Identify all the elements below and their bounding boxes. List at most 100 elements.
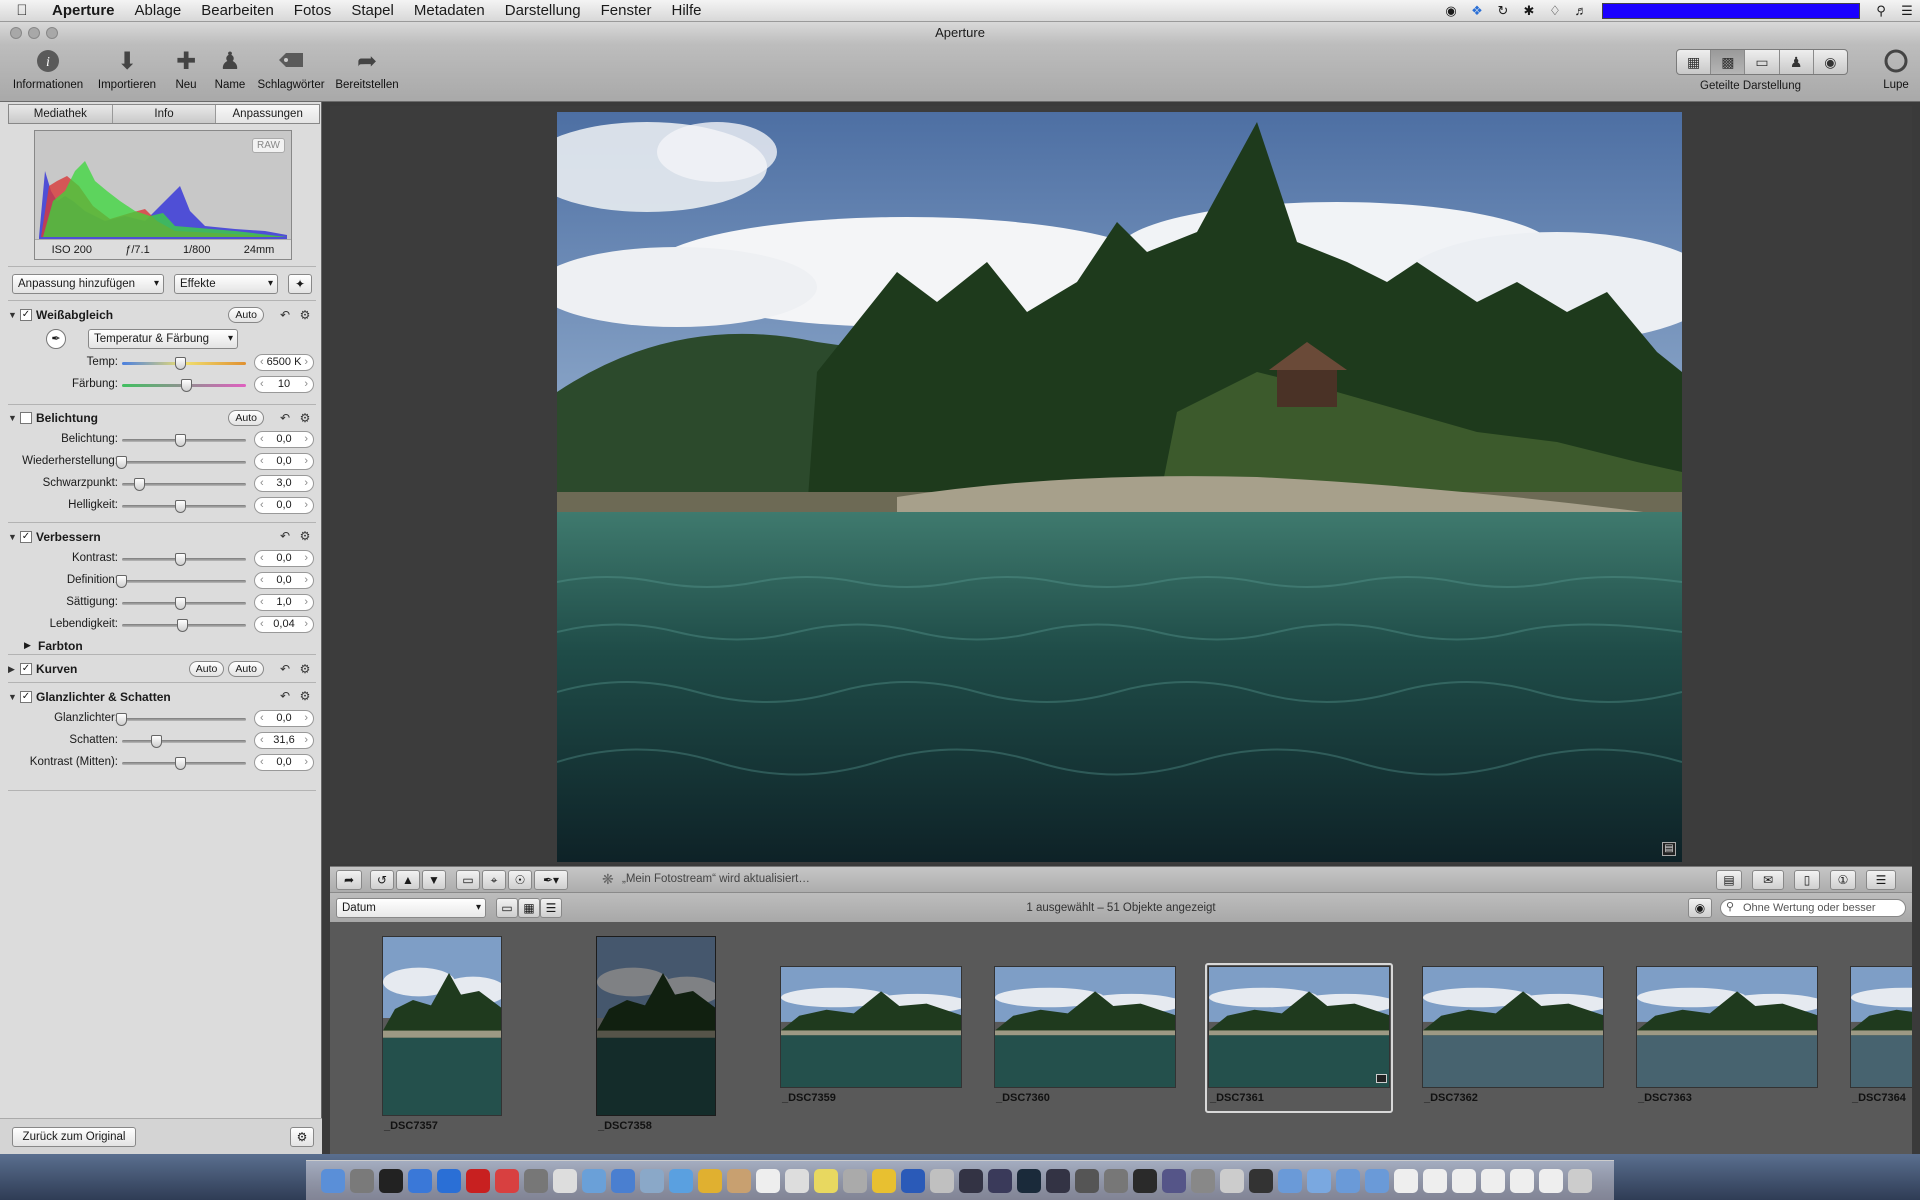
dropbox-icon[interactable] xyxy=(436,1168,461,1193)
slider-value-field[interactable]: 1,0 xyxy=(254,594,314,611)
folder-icon[interactable] xyxy=(1364,1168,1389,1193)
faces-icon[interactable]: ♟ xyxy=(1780,50,1814,74)
name-button[interactable]: ♟ Name xyxy=(212,48,248,91)
tab-info[interactable]: Info xyxy=(113,105,217,123)
gear-icon[interactable]: ⚙ xyxy=(298,662,312,676)
revert-to-original-button[interactable]: Zurück zum Original xyxy=(12,1127,136,1147)
browser-view-icon[interactable]: ▦ xyxy=(1677,50,1712,74)
slider-knob[interactable] xyxy=(175,553,186,566)
disclosure-triangle-icon[interactable]: ▼ xyxy=(8,532,20,542)
app-icon[interactable] xyxy=(1103,1168,1128,1193)
slider-value-field[interactable]: 10 xyxy=(254,376,314,393)
disclosure-triangle-icon[interactable]: ▶ xyxy=(8,664,20,675)
disclosure-triangle-icon[interactable]: ▶ xyxy=(24,640,31,651)
document-icon[interactable] xyxy=(1509,1168,1534,1193)
app-icon[interactable] xyxy=(1190,1168,1215,1193)
slider-knob[interactable] xyxy=(151,735,163,748)
menu-extra-bar[interactable] xyxy=(1602,3,1860,19)
app-icon[interactable] xyxy=(523,1168,548,1193)
chrome-icon[interactable] xyxy=(697,1168,722,1193)
gear-icon[interactable]: ⚙ xyxy=(298,529,312,543)
add-adjustment-popup[interactable]: Anpassung hinzufügen xyxy=(12,274,164,294)
gear-icon[interactable]: ⚙ xyxy=(298,308,312,322)
slider-value-field[interactable]: 6500 K xyxy=(254,354,314,371)
word-icon[interactable] xyxy=(900,1168,925,1193)
app-icon[interactable] xyxy=(726,1168,751,1193)
selection-tool-button[interactable]: ➦ xyxy=(336,870,362,890)
compare-button[interactable]: ▯ xyxy=(1794,870,1820,890)
reset-icon[interactable]: ↶ xyxy=(278,529,292,543)
menu-hilfe[interactable]: Hilfe xyxy=(661,2,711,19)
minimize-button[interactable] xyxy=(28,27,40,39)
slider-value-field[interactable]: 0,0 xyxy=(254,453,314,470)
slider-track[interactable] xyxy=(122,461,246,464)
rotate-left-button[interactable]: ↺ xyxy=(370,870,394,890)
volume-icon[interactable]: ♬ xyxy=(1574,4,1588,18)
app-icon[interactable] xyxy=(1074,1168,1099,1193)
straighten-tool-button[interactable]: ▭ xyxy=(456,870,480,890)
app-icon[interactable] xyxy=(1161,1168,1186,1193)
finder-icon[interactable] xyxy=(320,1168,345,1193)
slider-knob[interactable] xyxy=(116,575,127,588)
white-balance-checkbox[interactable]: ✓ xyxy=(20,309,32,321)
document-icon[interactable] xyxy=(1451,1168,1476,1193)
slider-knob[interactable] xyxy=(175,434,186,447)
reset-icon[interactable]: ↶ xyxy=(278,308,292,322)
menu-bearbeiten[interactable]: Bearbeiten xyxy=(191,2,284,19)
menu-fenster[interactable]: Fenster xyxy=(591,2,662,19)
slider-value-field[interactable]: 0,0 xyxy=(254,572,314,589)
disclosure-triangle-icon[interactable]: ▼ xyxy=(8,310,20,320)
share-button[interactable]: ➦ Bereitstellen xyxy=(334,48,400,91)
filmstrip-thumbnail[interactable]: _DSC7360 xyxy=(994,966,1176,1112)
filmstrip-thumbnail[interactable]: _DSC7361 xyxy=(1205,963,1393,1113)
curves-auto-luminance-button[interactable]: Auto xyxy=(188,661,225,677)
menu-fotos[interactable]: Fotos xyxy=(284,2,342,19)
app-menu[interactable]: Aperture xyxy=(44,2,125,19)
app-icon[interactable] xyxy=(581,1168,606,1193)
gear-icon[interactable]: ⚙ xyxy=(298,411,312,425)
loupe-button[interactable]: Lupe xyxy=(1878,48,1914,91)
menu-darstellung[interactable]: Darstellung xyxy=(495,2,591,19)
slider-value-field[interactable]: 0,0 xyxy=(254,710,314,727)
app-icon[interactable] xyxy=(842,1168,867,1193)
highlights-shadows-checkbox[interactable]: ✓ xyxy=(20,691,32,703)
filmstrip-thumbnail[interactable]: _DSC7357 xyxy=(382,936,502,1140)
slider-value-field[interactable]: 0,0 xyxy=(254,497,314,514)
slider-knob[interactable] xyxy=(116,713,127,726)
clock-icon[interactable] xyxy=(552,1168,577,1193)
notification-center-icon[interactable]: ☰ xyxy=(1900,4,1914,18)
crop-tool-button[interactable]: ⌖ xyxy=(482,870,506,890)
bluetooth-icon[interactable]: ✱ xyxy=(1522,4,1536,18)
export-button[interactable]: ✉ xyxy=(1752,870,1784,890)
red-eye-tool-button[interactable]: ☉ xyxy=(508,870,532,890)
enhance-checkbox[interactable]: ✓ xyxy=(20,531,32,543)
primary-only-button[interactable]: ① xyxy=(1830,870,1856,890)
itunes-icon[interactable] xyxy=(610,1168,635,1193)
hud-button[interactable]: ☰ xyxy=(1866,870,1896,890)
lift-tool-button[interactable]: ▲ xyxy=(396,870,420,890)
app-icon[interactable] xyxy=(929,1168,954,1193)
time-machine-icon[interactable]: ↻ xyxy=(1496,4,1510,18)
slider-value-field[interactable]: 3,0 xyxy=(254,475,314,492)
slider-knob[interactable] xyxy=(175,500,186,513)
apple-menu-icon[interactable]:  xyxy=(0,2,44,19)
import-button[interactable]: ⬇ Importieren xyxy=(94,48,160,91)
exposure-auto-button[interactable]: Auto xyxy=(228,410,264,426)
folder-icon[interactable] xyxy=(1277,1168,1302,1193)
brush-tool-button[interactable]: ✒▾ xyxy=(534,870,568,890)
slider-value-field[interactable]: 31,6 xyxy=(254,732,314,749)
places-globe-icon[interactable]: ◉ xyxy=(1814,50,1847,74)
curves-checkbox[interactable]: ✓ xyxy=(20,663,32,675)
filter-hud-button[interactable]: ◉ xyxy=(1688,898,1712,918)
aperture-icon[interactable] xyxy=(987,1168,1012,1193)
app-icon[interactable] xyxy=(1132,1168,1157,1193)
folder-icon[interactable] xyxy=(1335,1168,1360,1193)
white-balance-auto-button[interactable]: Auto xyxy=(228,307,264,323)
safari-icon[interactable] xyxy=(668,1168,693,1193)
document-icon[interactable] xyxy=(1422,1168,1447,1193)
document-icon[interactable] xyxy=(1538,1168,1563,1193)
menu-stapel[interactable]: Stapel xyxy=(341,2,404,19)
lightroom-icon[interactable] xyxy=(1016,1168,1041,1193)
slider-value-field[interactable]: 0,0 xyxy=(254,550,314,567)
slider-knob[interactable] xyxy=(175,757,186,770)
